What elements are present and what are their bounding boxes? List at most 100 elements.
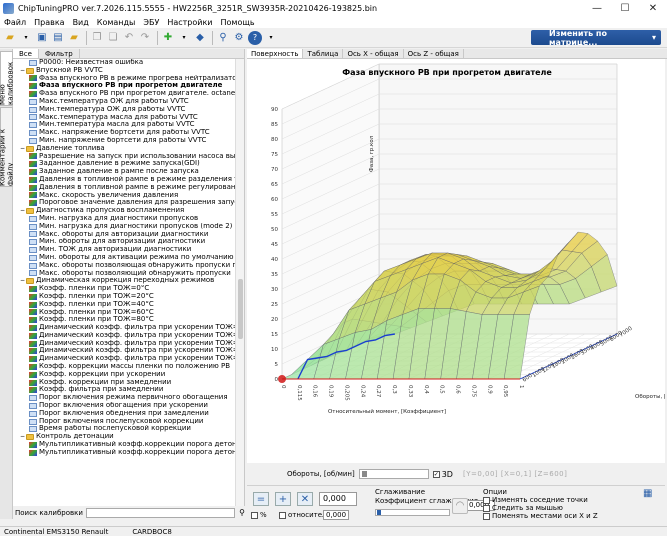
tab-filter[interactable]: Фильтр	[39, 49, 80, 58]
tree-item[interactable]: Фаза впускного РВ при прогретом двигател…	[13, 82, 235, 90]
smooth-apply-icon[interactable]: ◠	[452, 498, 468, 514]
collapse-icon[interactable]: −	[19, 145, 26, 153]
tree-item[interactable]: Динамический коэфф. фильтра при ускорени…	[13, 355, 235, 363]
option-swap-axes-checkbox[interactable]	[483, 512, 490, 520]
tree-item[interactable]: Коэфф. фильтра при замедлении	[13, 386, 235, 394]
tree-item[interactable]: Макс. обороты позволяющий обнаружить про…	[13, 270, 235, 278]
option-swap-axes[interactable]: Поменять местами оси X и Z	[483, 512, 598, 520]
tree-item[interactable]: Мин. нагрузка для диагностики пропусков	[13, 215, 235, 223]
collapse-icon[interactable]: −	[19, 433, 26, 441]
tree-scrollbar[interactable]	[235, 59, 244, 510]
menu-item-1[interactable]: Правка	[34, 18, 64, 27]
tree-item[interactable]: Мин.температура масла для работы VVTC	[13, 121, 235, 129]
tree-folder[interactable]: − Впускной РВ VVTC	[13, 67, 235, 75]
paste-icon[interactable]: ❏	[106, 31, 120, 45]
search-icon[interactable]: ⚲	[216, 31, 230, 45]
scrollbar-thumb[interactable]	[238, 279, 243, 339]
menu-item-2[interactable]: Вид	[73, 18, 89, 27]
percent-checkbox[interactable]	[251, 511, 258, 519]
menu-item-6[interactable]: Помощь	[221, 18, 255, 27]
search-icon[interactable]: ⚲	[239, 508, 245, 517]
option-follow-mouse[interactable]: Следить за мышью	[483, 504, 563, 512]
tree-item[interactable]: Порог включения послепусковой коррекции	[13, 418, 235, 426]
redo-icon[interactable]: ↷	[138, 31, 152, 45]
tree-item[interactable]: Мультипликативный коэфф.коррекции порога…	[13, 441, 235, 449]
tree-item[interactable]: Давления в топливной рампе в режиме регу…	[13, 184, 235, 192]
diamond-icon[interactable]: ◆	[193, 31, 207, 45]
surface-chart-area[interactable]: 0 5 10 15 20 25 30 35 40 45 50 55 60 65 70 75 80 85 90 0 0,1…	[247, 59, 667, 463]
dropdown-arrow-icon[interactable]: ▾	[177, 31, 191, 45]
smoothing-knob[interactable]	[377, 510, 381, 515]
collapse-icon[interactable]: −	[19, 207, 26, 215]
tree-item[interactable]: Фаза впускного РВ при прогретом двигател…	[13, 90, 235, 98]
tree-item[interactable]: Коэфф. коррекции при ускорении	[13, 371, 235, 379]
copy-icon[interactable]: ❐	[90, 31, 104, 45]
dropdown-arrow-icon[interactable]: ▾	[19, 31, 33, 45]
tree-item[interactable]: Мин. ТОЖ для авторизации диагностики	[13, 246, 235, 254]
tree-item[interactable]: Макс. обороты для авторизации диагностик…	[13, 231, 235, 239]
relative-input[interactable]: 0,000	[323, 510, 349, 520]
tree-folder[interactable]: − Диагностика пропусков воспламенения	[13, 207, 235, 215]
tree-item[interactable]: Коэфф. коррекции массы пленки по положен…	[13, 363, 235, 371]
tree-item[interactable]: Макс. обороты позволяющая обнаружить про…	[13, 262, 235, 270]
check-3d[interactable]: ✓ 3D	[432, 470, 453, 479]
tree-item[interactable]: Коэфф. пленки при ТОЖ=80°С	[13, 316, 235, 324]
tab-axis-x[interactable]: Ось X - общая	[343, 49, 404, 58]
save-as-icon[interactable]: ▤	[51, 31, 65, 45]
percent-check[interactable]: %	[251, 511, 267, 519]
tree-item[interactable]: Макс.температура ОЖ для работы VVTC	[13, 98, 235, 106]
save-icon[interactable]: ▣	[35, 31, 49, 45]
tree-item[interactable]: Коэфф. пленки при ТОЖ=60°С	[13, 309, 235, 317]
multiply-button[interactable]: ✕	[297, 492, 313, 506]
smoothing-slider[interactable]	[375, 509, 450, 516]
menu-item-4[interactable]: ЭБУ	[143, 18, 159, 27]
tree-item[interactable]: Мин. напряжение бортсети для работы VVTC	[13, 137, 235, 145]
folder-icon[interactable]: ▰	[67, 31, 81, 45]
option-follow-mouse-checkbox[interactable]	[483, 504, 490, 512]
tree-item[interactable]: Коэфф. пленки при ТОЖ=0°С	[13, 285, 235, 293]
tree-item[interactable]: Коэфф. пленки при ТОЖ=40°С	[13, 301, 235, 309]
tree-item[interactable]: Пороговое значение давления для разрешен…	[13, 199, 235, 207]
tree-item[interactable]: Давления в топливной рампе в режиме разд…	[13, 176, 235, 184]
relative-checkbox[interactable]	[279, 511, 286, 519]
close-button[interactable]: ✕	[639, 0, 667, 16]
slider-knob[interactable]	[361, 471, 367, 477]
tree-item[interactable]: Порог включения режима первичного обогащ…	[13, 394, 235, 402]
tree-item[interactable]: Макс. напряжение бортсети для работы VVT…	[13, 129, 235, 137]
tree-item[interactable]: P0000: Неизвестная ошибка	[13, 59, 235, 67]
tree-item[interactable]: Порог включения обогащения при ускорении	[13, 402, 235, 410]
maximize-button[interactable]: ☐	[611, 0, 639, 16]
tree-item[interactable]: Порог включения обеднения при замедлении	[13, 410, 235, 418]
option-neighbors-checkbox[interactable]	[483, 496, 490, 504]
tree-item[interactable]: Коэфф. пленки при ТОЖ=20°С	[13, 293, 235, 301]
settings-icon[interactable]: ⚙	[232, 31, 246, 45]
check-3d-box[interactable]: ✓	[432, 470, 440, 478]
collapse-icon[interactable]: −	[19, 277, 26, 285]
tab-all[interactable]: Все	[13, 49, 39, 58]
menu-item-3[interactable]: Команды	[97, 18, 136, 27]
search-input[interactable]	[85, 507, 236, 518]
menu-item-5[interactable]: Настройки	[167, 18, 212, 27]
undo-icon[interactable]: ↶	[122, 31, 136, 45]
tree-item[interactable]: Мин. обороты для авторизации диагностики	[13, 238, 235, 246]
tree-item[interactable]: Мультипликативный коэфф.коррекции порога…	[13, 449, 235, 457]
tab-table[interactable]: Таблица	[303, 49, 344, 58]
tree-item[interactable]: Динамический коэфф. фильтра при ускорени…	[13, 347, 235, 355]
tree-item[interactable]: Мин. обороты для активации режима по умо…	[13, 254, 235, 262]
tree-item[interactable]: Мин.температура ОЖ для работы VVTC	[13, 106, 235, 114]
tab-axis-z[interactable]: Ось Z - общая	[404, 49, 464, 58]
grid-icon[interactable]: ▦	[643, 488, 655, 500]
option-neighbors[interactable]: Изменять соседние точки	[483, 496, 588, 504]
tree-folder[interactable]: − Давление топлива	[13, 145, 235, 153]
value-input[interactable]: 0,000	[319, 492, 357, 506]
open-folder-icon[interactable]: ▰	[3, 31, 17, 45]
tree-folder[interactable]: − Динамическая коррекция переходных режим…	[13, 277, 235, 285]
dropdown-arrow-icon[interactable]: ▾	[264, 31, 278, 45]
tree-item[interactable]: Заданное давление в рампе после запуска	[13, 168, 235, 176]
tab-surface[interactable]: Поверхность	[247, 49, 304, 58]
tree-item[interactable]: Мин. нагрузка для диагностики пропусков …	[13, 223, 235, 231]
tools-icon[interactable]: ✚	[161, 31, 175, 45]
equals-button[interactable]: =	[253, 492, 269, 506]
tree-item[interactable]: Коэфф. коррекции при замедлении	[13, 379, 235, 387]
tree-item[interactable]: Динамический коэфф. фильтра при ускорени…	[13, 340, 235, 348]
